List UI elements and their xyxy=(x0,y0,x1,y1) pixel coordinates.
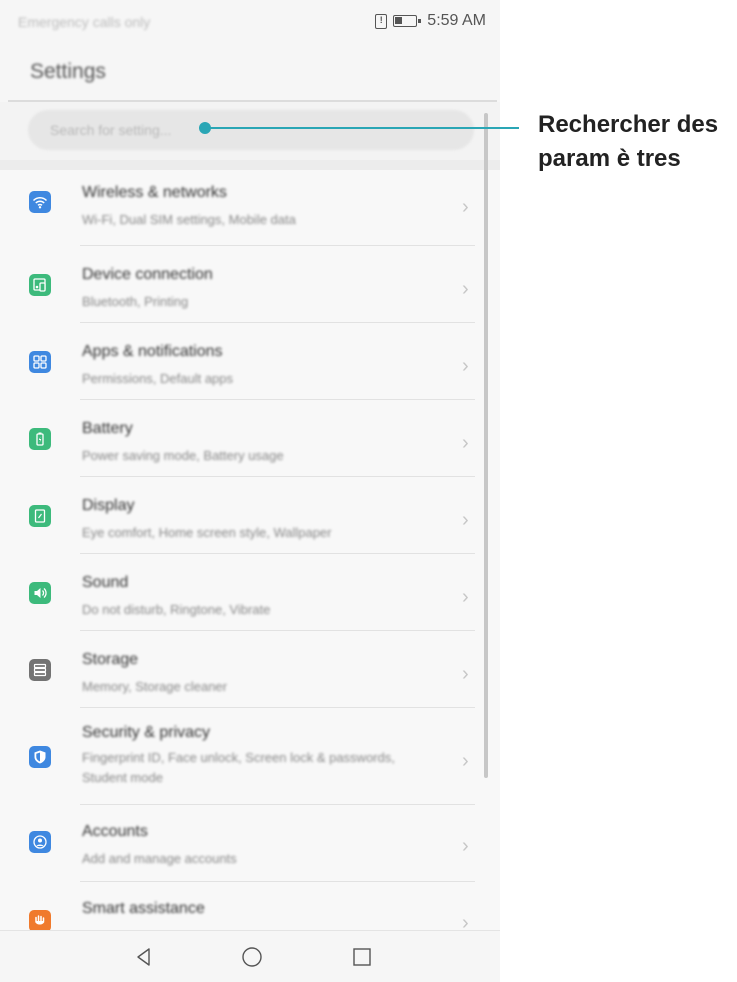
settings-item-title: Storage xyxy=(82,651,139,668)
home-icon[interactable] xyxy=(240,945,264,969)
settings-item-device-connection[interactable]: Device connection Bluetooth, Printing › xyxy=(0,246,500,323)
chevron-right-icon: › xyxy=(462,750,469,772)
sim-alert-icon: ! xyxy=(375,13,388,29)
settings-item-display[interactable]: Display Eye comfort, Home screen style, … xyxy=(0,477,500,554)
display-icon xyxy=(29,505,51,527)
settings-item-battery[interactable]: Battery Power saving mode, Battery usage… xyxy=(0,400,500,477)
chevron-right-icon: › xyxy=(462,663,469,685)
chevron-right-icon: › xyxy=(462,355,469,377)
settings-item-title: Device connection xyxy=(82,266,213,283)
search-input[interactable] xyxy=(28,110,474,150)
recent-apps-icon[interactable] xyxy=(350,945,374,969)
settings-item-title: Apps & notifications xyxy=(82,343,223,360)
settings-item-security[interactable]: Security & privacy Fingerprint ID, Face … xyxy=(0,708,500,805)
settings-item-title: Display xyxy=(82,497,135,514)
settings-item-title: Security & privacy xyxy=(82,724,211,741)
chevron-right-icon: › xyxy=(462,835,469,857)
chevron-right-icon: › xyxy=(462,196,469,218)
storage-icon xyxy=(29,659,51,681)
settings-item-apps[interactable]: Apps & notifications Permissions, Defaul… xyxy=(0,323,500,400)
scrollbar[interactable] xyxy=(484,113,488,778)
chevron-right-icon: › xyxy=(462,509,469,531)
settings-item-title: Sound xyxy=(82,574,129,591)
status-time: 5:59 AM xyxy=(427,12,486,29)
battery-icon xyxy=(29,428,51,450)
settings-item-wireless[interactable]: Wireless & networks Wi-Fi, Dual SIM sett… xyxy=(0,170,500,246)
chevron-right-icon: › xyxy=(462,912,469,930)
battery-status-icon xyxy=(393,15,422,27)
status-icons: ! 5:59 AM xyxy=(375,12,486,30)
settings-item-subtitle: Power saving mode, Battery usage xyxy=(82,448,284,463)
settings-item-title: Wireless & networks xyxy=(82,184,227,201)
settings-item-storage[interactable]: Storage Memory, Storage cleaner › xyxy=(0,631,500,708)
chevron-right-icon: › xyxy=(462,278,469,300)
annotation-leader-line xyxy=(205,127,519,129)
chevron-right-icon: › xyxy=(462,432,469,454)
settings-item-title: Battery xyxy=(82,420,133,437)
hand-icon xyxy=(29,910,51,930)
settings-item-smart-assistance[interactable]: Smart assistance › xyxy=(0,882,500,930)
settings-item-subtitle: Eye comfort, Home screen style, Wallpape… xyxy=(82,525,332,540)
chevron-right-icon: › xyxy=(462,586,469,608)
navigation-bar xyxy=(0,930,500,982)
settings-item-subtitle: Fingerprint ID, Face unlock, Screen lock… xyxy=(82,750,395,785)
page-title: Settings xyxy=(30,60,106,83)
settings-item-subtitle: Bluetooth, Printing xyxy=(82,294,189,309)
device-connection-icon xyxy=(29,274,51,296)
apps-icon xyxy=(29,351,51,373)
settings-item-subtitle: Add and manage accounts xyxy=(82,851,237,866)
back-icon[interactable] xyxy=(132,945,156,969)
annotation-label: Rechercher des param è tres xyxy=(538,111,719,172)
settings-item-accounts[interactable]: Accounts Add and manage accounts › xyxy=(0,805,500,882)
section-gap xyxy=(0,160,500,170)
account-icon xyxy=(29,831,51,853)
shield-icon xyxy=(29,746,51,768)
settings-item-title: Smart assistance xyxy=(82,900,205,917)
status-bar: Emergency calls only ! 5:59 AM xyxy=(0,0,500,48)
settings-item-subtitle: Permissions, Default apps xyxy=(82,371,234,386)
settings-item-subtitle: Do not disturb, Ringtone, Vibrate xyxy=(82,602,271,617)
settings-item-subtitle: Wi-Fi, Dual SIM settings, Mobile data xyxy=(82,212,296,227)
wifi-icon xyxy=(29,191,51,213)
settings-item-title: Accounts xyxy=(82,823,148,840)
phone-screen: Emergency calls only ! 5:59 AM Settings … xyxy=(0,0,500,982)
sound-icon xyxy=(29,582,51,604)
carrier-text: Emergency calls only xyxy=(18,14,151,30)
settings-item-sound[interactable]: Sound Do not disturb, Ringtone, Vibrate … xyxy=(0,554,500,631)
settings-item-subtitle: Memory, Storage cleaner xyxy=(82,679,227,694)
settings-list: Wireless & networks Wi-Fi, Dual SIM sett… xyxy=(0,170,500,930)
